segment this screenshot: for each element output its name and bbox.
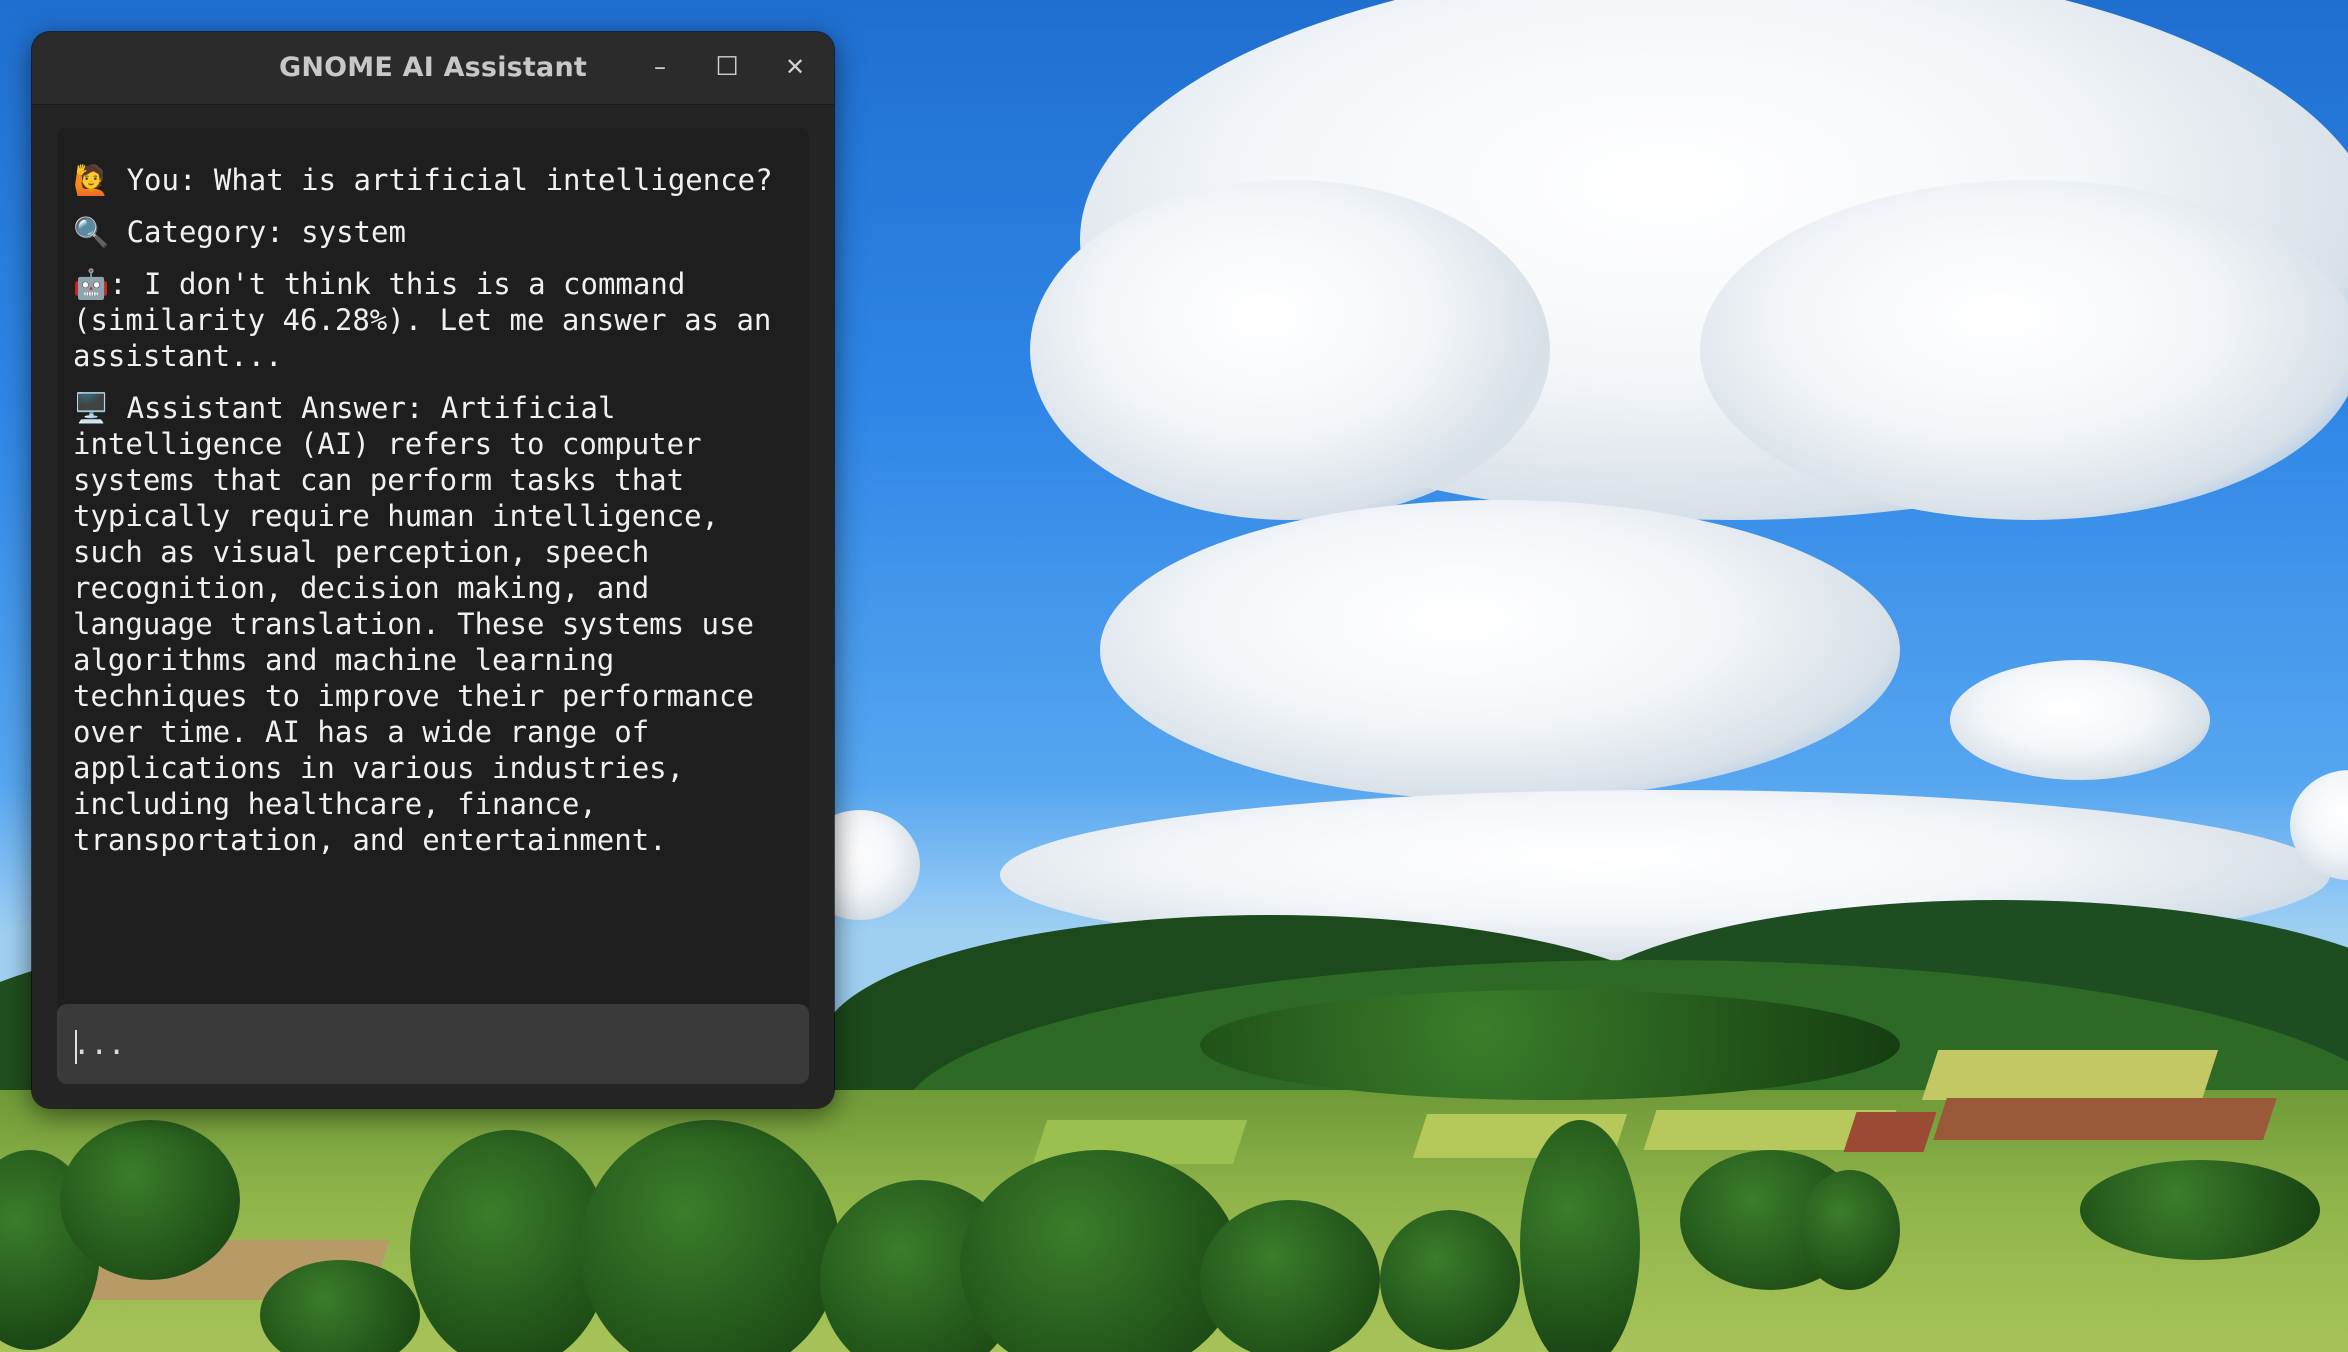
text-cursor — [75, 1030, 77, 1064]
magnifier-icon: 🔍 — [73, 215, 110, 249]
wallpaper-field — [1933, 1098, 2277, 1140]
message-text: Category: system — [109, 215, 406, 249]
chat-message-bot: 🤖: I don't think this is a command (simi… — [73, 266, 803, 374]
message-text: You: What is artificial intelligence? — [109, 163, 773, 197]
chat-message-answer: 🖥️ Assistant Answer: Artificial intellig… — [73, 390, 803, 858]
desktop-computer-icon: 🖥️ — [73, 391, 110, 425]
maximize-icon[interactable]: ☐ — [710, 50, 744, 84]
wallpaper-cloud — [1950, 660, 2210, 780]
wallpaper-tree — [1200, 1200, 1380, 1352]
wallpaper-cloud — [1700, 180, 2348, 520]
wallpaper-tree — [1520, 1120, 1640, 1352]
wallpaper-tree — [2080, 1160, 2320, 1260]
close-icon[interactable]: ✕ — [778, 50, 812, 84]
robot-icon: 🤖 — [73, 267, 110, 301]
wallpaper-field — [1921, 1050, 2219, 1100]
wallpaper-cloud — [1030, 180, 1550, 520]
message-text: Assistant Answer: Artificial intelligenc… — [73, 391, 772, 857]
chat-message-category: 🔍 Category: system — [73, 214, 803, 250]
wallpaper-field — [1843, 1112, 1937, 1152]
minimize-icon[interactable]: – — [643, 50, 677, 84]
wallpaper-tree — [60, 1120, 240, 1280]
message-input[interactable] — [57, 1004, 809, 1084]
message-text: : I don't think this is a command (simil… — [73, 267, 789, 373]
chat-area: 🙋 You: What is artificial intelligence? … — [57, 128, 809, 1012]
wallpaper-tree — [1200, 990, 1900, 1100]
wallpaper-tree — [1800, 1170, 1900, 1290]
chat-log: 🙋 You: What is artificial intelligence? … — [73, 162, 803, 874]
person-raising-hand-icon: 🙋 — [73, 163, 110, 197]
wallpaper-tree — [1380, 1210, 1520, 1350]
wallpaper-cloud — [1100, 500, 1900, 800]
title-bar[interactable]: GNOME AI Assistant – ☐ ✕ — [32, 32, 834, 105]
assistant-window: GNOME AI Assistant – ☐ ✕ 🙋 You: What is … — [32, 32, 834, 1108]
chat-message-user: 🙋 You: What is artificial intelligence? — [73, 162, 803, 198]
